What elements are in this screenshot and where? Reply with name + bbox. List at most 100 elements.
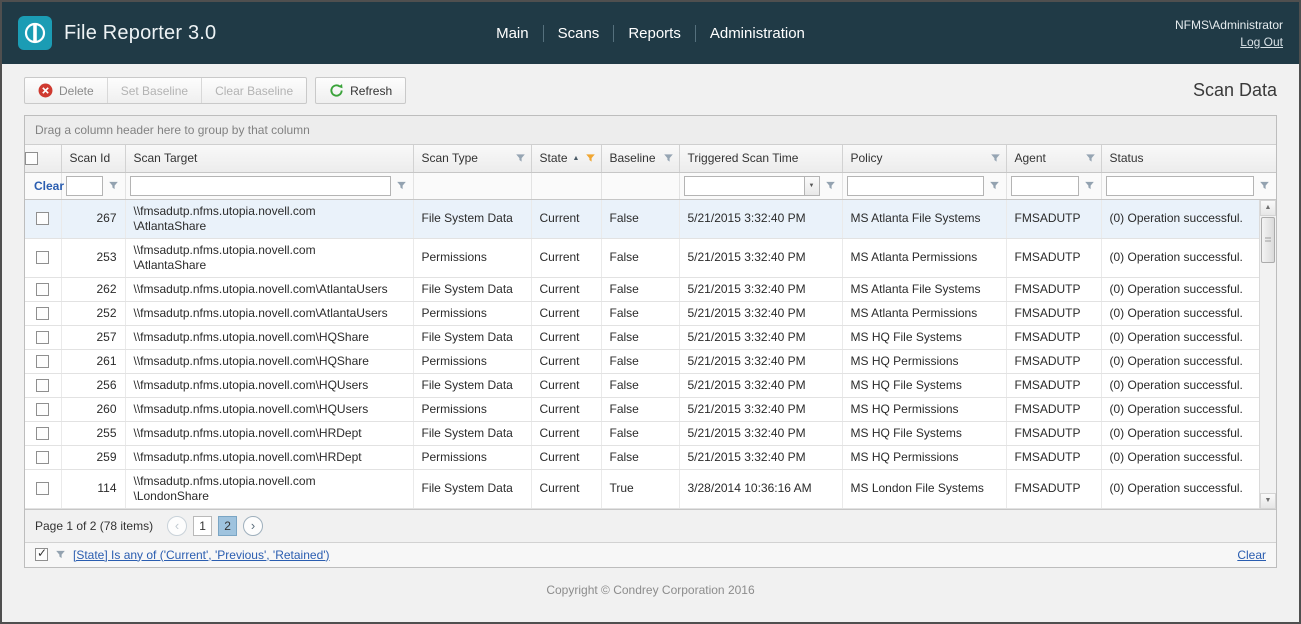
pager-page-button-2[interactable]: 2 <box>218 516 237 536</box>
table-row[interactable]: 253\\fmsadutp.nfms.utopia.novell.com\Atl… <box>25 238 1259 277</box>
table-row[interactable]: 261\\fmsadutp.nfms.utopia.novell.com\HQS… <box>25 349 1259 373</box>
scroll-down-button[interactable]: ▼ <box>1260 493 1276 509</box>
cell-scan-type: Permissions <box>413 301 531 325</box>
pager-prev-button[interactable]: ‹ <box>167 516 187 536</box>
row-checkbox[interactable] <box>36 212 49 225</box>
row-checkbox[interactable] <box>36 355 49 368</box>
column-header-triggered-scan-time[interactable]: Triggered Scan Time <box>679 145 842 172</box>
page-title: Scan Data <box>1193 80 1277 101</box>
scan-target-filter-input[interactable] <box>130 176 391 196</box>
row-select-cell <box>25 301 61 325</box>
row-checkbox[interactable] <box>36 283 49 296</box>
scan-id-filter-input[interactable] <box>66 176 103 196</box>
column-filter-icon[interactable] <box>515 153 526 164</box>
cell-scan-type: File System Data <box>413 469 531 508</box>
column-header-status[interactable]: Status <box>1101 145 1276 172</box>
clear-baseline-button[interactable]: Clear Baseline <box>201 78 306 103</box>
status-filter-icon[interactable] <box>1257 178 1272 193</box>
refresh-button[interactable]: Refresh <box>315 77 406 104</box>
row-checkbox[interactable] <box>36 427 49 440</box>
row-checkbox[interactable] <box>36 451 49 464</box>
cell-state: Current <box>531 238 601 277</box>
select-all-checkbox[interactable] <box>25 152 38 165</box>
row-checkbox[interactable] <box>36 379 49 392</box>
column-filter-icon[interactable] <box>990 153 1001 164</box>
table-row[interactable]: 252\\fmsadutp.nfms.utopia.novell.com\Atl… <box>25 301 1259 325</box>
cell-scan-type: File System Data <box>413 325 531 349</box>
pager-next-button[interactable]: › <box>243 516 263 536</box>
column-header-agent[interactable]: Agent <box>1006 145 1101 172</box>
pager-summary: Page 1 of 2 (78 items) <box>35 519 153 533</box>
column-header-baseline[interactable]: Baseline <box>601 145 679 172</box>
table-row[interactable]: 114\\fmsadutp.nfms.utopia.novell.com\Lon… <box>25 469 1259 508</box>
column-filter-icon[interactable] <box>585 153 596 164</box>
cell-agent: FMSADUTP <box>1006 200 1101 239</box>
agent-filter-icon[interactable] <box>1082 178 1097 193</box>
row-checkbox[interactable] <box>36 403 49 416</box>
triggered-scan-time-filter-icon[interactable] <box>823 178 838 193</box>
dropdown-arrow-icon[interactable]: ▼ <box>804 176 820 196</box>
status-filter-input[interactable] <box>1106 176 1255 196</box>
column-label: Scan Type <box>422 151 478 165</box>
row-checkbox[interactable] <box>36 307 49 320</box>
group-panel[interactable]: Drag a column header here to group by th… <box>25 116 1276 145</box>
triggered-scan-time-filter-input[interactable] <box>684 176 804 196</box>
column-header-scan-target[interactable]: Scan Target <box>125 145 413 172</box>
agent-filter-input[interactable] <box>1011 176 1079 196</box>
table-row[interactable]: 255\\fmsadutp.nfms.utopia.novell.com\HRD… <box>25 421 1259 445</box>
cell-policy: MS HQ File Systems <box>842 421 1006 445</box>
pager-page-button-1[interactable]: 1 <box>193 516 212 536</box>
user-box: NFMS\Administrator Log Out <box>953 18 1283 49</box>
row-checkbox[interactable] <box>36 482 49 495</box>
cell-status: (0) Operation successful. <box>1101 469 1259 508</box>
set-baseline-button[interactable]: Set Baseline <box>107 78 201 103</box>
column-filter-icon[interactable] <box>1085 153 1096 164</box>
main-nav: Main Scans Reports Administration <box>348 25 953 42</box>
cell-policy: MS HQ Permissions <box>842 349 1006 373</box>
scan-id-filter-icon[interactable] <box>106 178 121 193</box>
scan-target-filter-icon[interactable] <box>394 178 409 193</box>
delete-button-label: Delete <box>59 84 94 98</box>
scrollbar-track[interactable] <box>1260 264 1276 493</box>
vertical-scrollbar[interactable]: ▲ ▼ <box>1259 200 1276 509</box>
column-label: Policy <box>851 151 883 165</box>
table-row[interactable]: 262\\fmsadutp.nfms.utopia.novell.com\Atl… <box>25 277 1259 301</box>
cell-scan-target: \\fmsadutp.nfms.utopia.novell.com\Atlant… <box>125 277 413 301</box>
cell-status: (0) Operation successful. <box>1101 301 1259 325</box>
active-filter-link[interactable]: [State] Is any of ('Current', 'Previous'… <box>73 548 330 562</box>
cell-scan-id: 267 <box>61 200 125 239</box>
nav-administration[interactable]: Administration <box>696 25 819 42</box>
row-checkbox[interactable] <box>36 331 49 344</box>
cell-status: (0) Operation successful. <box>1101 349 1259 373</box>
table-row[interactable]: 267\\fmsadutp.nfms.utopia.novell.com\Atl… <box>25 200 1259 239</box>
scroll-up-button[interactable]: ▲ <box>1260 200 1276 216</box>
column-header-policy[interactable]: Policy <box>842 145 1006 172</box>
cell-scan-type: File System Data <box>413 200 531 239</box>
policy-filter-icon[interactable] <box>987 178 1002 193</box>
table-row[interactable]: 259\\fmsadutp.nfms.utopia.novell.com\HRD… <box>25 445 1259 469</box>
filter-clear-link[interactable]: Clear <box>29 179 64 193</box>
scrollbar-thumb[interactable] <box>1261 217 1275 263</box>
row-select-cell <box>25 397 61 421</box>
filter-enabled-checkbox[interactable] <box>35 548 48 561</box>
column-header-scan-type[interactable]: Scan Type <box>413 145 531 172</box>
table-row[interactable]: 260\\fmsadutp.nfms.utopia.novell.com\HQU… <box>25 397 1259 421</box>
nav-reports[interactable]: Reports <box>614 25 695 42</box>
filter-bar-clear-link[interactable]: Clear <box>1237 548 1266 562</box>
cell-state: Current <box>531 325 601 349</box>
delete-button[interactable]: Delete <box>25 78 107 103</box>
cell-baseline: False <box>601 349 679 373</box>
column-label: Agent <box>1015 151 1046 165</box>
logout-link[interactable]: Log Out <box>1240 35 1283 49</box>
column-filter-icon[interactable] <box>663 153 674 164</box>
cell-state: Current <box>531 397 601 421</box>
column-header-scan-id[interactable]: Scan Id <box>61 145 125 172</box>
nav-scans[interactable]: Scans <box>544 25 614 42</box>
column-header-state[interactable]: State▲ <box>531 145 601 172</box>
nav-main[interactable]: Main <box>482 25 543 42</box>
policy-filter-input[interactable] <box>847 176 984 196</box>
table-row[interactable]: 256\\fmsadutp.nfms.utopia.novell.com\HQU… <box>25 373 1259 397</box>
cell-policy: MS Atlanta Permissions <box>842 301 1006 325</box>
row-checkbox[interactable] <box>36 251 49 264</box>
table-row[interactable]: 257\\fmsadutp.nfms.utopia.novell.com\HQS… <box>25 325 1259 349</box>
